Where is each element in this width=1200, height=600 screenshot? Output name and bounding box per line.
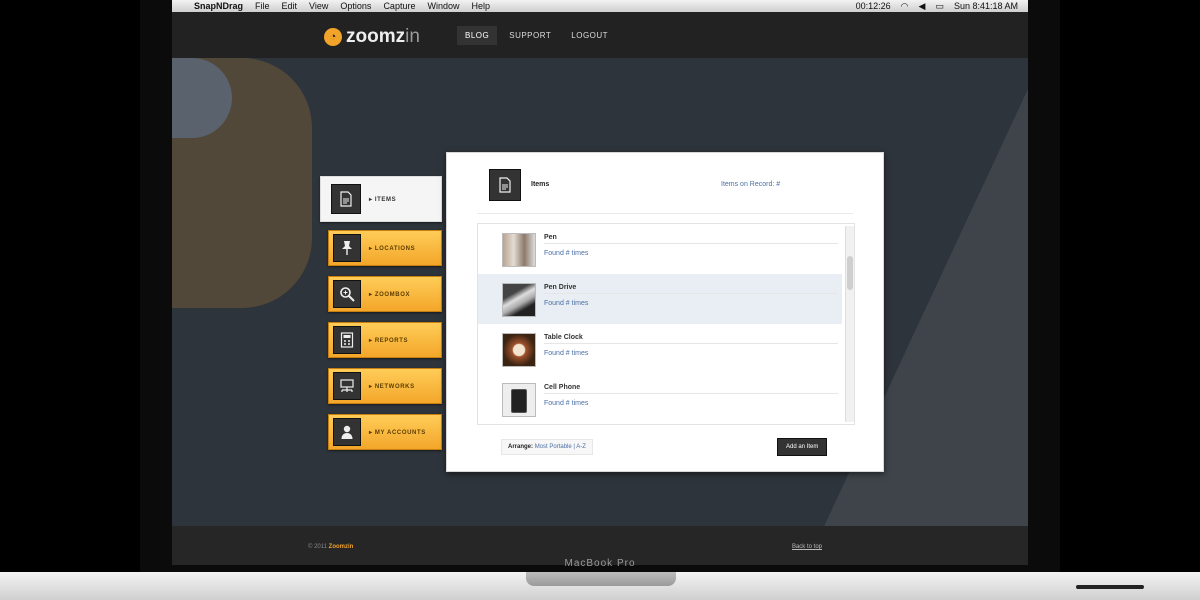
menu-options[interactable]: Options	[340, 1, 371, 11]
network-icon	[333, 372, 361, 400]
document-icon	[489, 169, 521, 201]
sidebar-item-networks[interactable]: ▸ NETWORKS	[328, 368, 442, 404]
item-found-link[interactable]: Found # times	[544, 400, 588, 407]
site-logo[interactable]: ◔ zoomzin	[324, 26, 420, 48]
sidebar-item-label: ▸ LOCATIONS	[369, 245, 416, 252]
sidebar-item-label: ▸ NETWORKS	[369, 383, 415, 390]
panel-title: Items	[531, 181, 550, 188]
back-to-top-link[interactable]: Back to top	[792, 544, 822, 550]
calculator-icon	[333, 326, 361, 354]
wifi-icon[interactable]: ◠	[901, 1, 909, 12]
scrollbar-thumb[interactable]	[847, 256, 853, 290]
arrange-options[interactable]: Most Portable | A-Z	[535, 444, 586, 450]
footer-brand: Zoomzin	[328, 544, 354, 550]
menu-status-area: 00:12:26 ◠ ◀ ▭ Sun 8:41:18 AM	[856, 0, 1018, 12]
list-item[interactable]: Table Clock Found # times	[478, 324, 842, 374]
item-found-link[interactable]: Found # times	[544, 250, 588, 257]
menu-view[interactable]: View	[309, 1, 328, 11]
pushpin-icon	[333, 234, 361, 262]
magnifier-icon	[333, 280, 361, 308]
battery-icon[interactable]: ▭	[935, 1, 944, 12]
row-divider	[544, 293, 838, 294]
items-panel: Items Items on Record: # Pen Found # tim…	[446, 152, 884, 472]
logo-text: zoomzin	[346, 26, 420, 48]
list-item[interactable]: Pen Drive Found # times	[478, 274, 842, 324]
item-name: Pen Drive	[544, 284, 577, 291]
menu-help[interactable]: Help	[471, 1, 490, 11]
item-name: Table Clock	[544, 334, 583, 341]
list-item[interactable]: Pen Found # times	[478, 224, 842, 274]
laptop-notch	[526, 572, 676, 586]
menu-app-name[interactable]: SnapNDrag	[194, 1, 243, 11]
laptop-model-label: MacBook Pro	[564, 558, 636, 569]
arrange-control: Arrange: Most Portable | A-Z	[501, 439, 593, 455]
screen: SnapNDrag File Edit View Options Capture…	[172, 0, 1028, 565]
list-scrollbar[interactable]	[845, 226, 854, 422]
laptop-slot	[1076, 585, 1144, 589]
sidebar-item-items[interactable]: ▸ ITEMS	[320, 176, 442, 222]
user-icon	[333, 418, 361, 446]
logo-mark-icon: ◔	[324, 28, 342, 46]
sidebar-item-label: ▸ MY ACCOUNTS	[369, 429, 426, 436]
item-thumbnail	[502, 383, 536, 417]
nav-support[interactable]: SUPPORT	[501, 26, 559, 45]
main-nav: BLOG SUPPORT LOGOUT	[457, 26, 616, 45]
panel-header: Items Items on Record: #	[477, 159, 853, 214]
copyright-text: © 2011	[308, 544, 327, 550]
sidebar-item-locations[interactable]: ▸ LOCATIONS	[328, 230, 442, 266]
row-divider	[544, 343, 838, 344]
item-found-link[interactable]: Found # times	[544, 350, 588, 357]
sidebar-item-label: ▸ REPORTS	[369, 337, 409, 344]
sidebar-item-my-accounts[interactable]: ▸ MY ACCOUNTS	[328, 414, 442, 450]
menu-edit[interactable]: Edit	[282, 1, 298, 11]
items-on-record-link[interactable]: Items on Record: #	[721, 181, 780, 188]
add-item-button[interactable]: Add an Item	[777, 438, 828, 456]
menu-capture[interactable]: Capture	[383, 1, 415, 11]
laptop-base	[0, 572, 1200, 600]
menu-file[interactable]: File	[255, 1, 270, 11]
footer-copyright: © 2011 Zoomzin	[308, 544, 353, 550]
item-name: Cell Phone	[544, 384, 581, 391]
item-found-link[interactable]: Found # times	[544, 300, 588, 307]
item-name: Pen	[544, 234, 557, 241]
volume-icon[interactable]: ◀	[919, 1, 926, 12]
nav-blog[interactable]: BLOG	[457, 26, 498, 45]
nav-logout[interactable]: LOGOUT	[563, 26, 616, 45]
arrange-label: Arrange:	[508, 444, 534, 450]
menu-clock[interactable]: Sun 8:41:18 AM	[954, 1, 1018, 11]
timer-readout[interactable]: 00:12:26	[856, 1, 891, 11]
item-thumbnail	[502, 333, 536, 367]
menu-window[interactable]: Window	[427, 1, 459, 11]
row-divider	[544, 243, 838, 244]
sidebar-item-reports[interactable]: ▸ REPORTS	[328, 322, 442, 358]
row-divider	[544, 393, 838, 394]
logo-main: zoomz	[346, 26, 406, 47]
sidebar-item-label: ▸ ZOOMBOX	[369, 291, 411, 298]
item-thumbnail	[502, 283, 536, 317]
menu-bar: SnapNDrag File Edit View Options Capture…	[172, 0, 1028, 12]
items-list[interactable]: Pen Found # times Pen Drive Found # time…	[477, 223, 855, 425]
sidebar-item-label: ▸ ITEMS	[369, 196, 397, 203]
document-icon	[331, 184, 361, 214]
list-item[interactable]: Cell Phone Found # times	[478, 374, 842, 424]
item-thumbnail	[502, 233, 536, 267]
logo-suffix: in	[405, 26, 420, 47]
side-menu: ▸ ITEMS ▸ LOCATIONS ▸ ZOOMBOX ▸ REPORTS …	[320, 176, 446, 460]
sidebar-item-zoombox[interactable]: ▸ ZOOMBOX	[328, 276, 442, 312]
